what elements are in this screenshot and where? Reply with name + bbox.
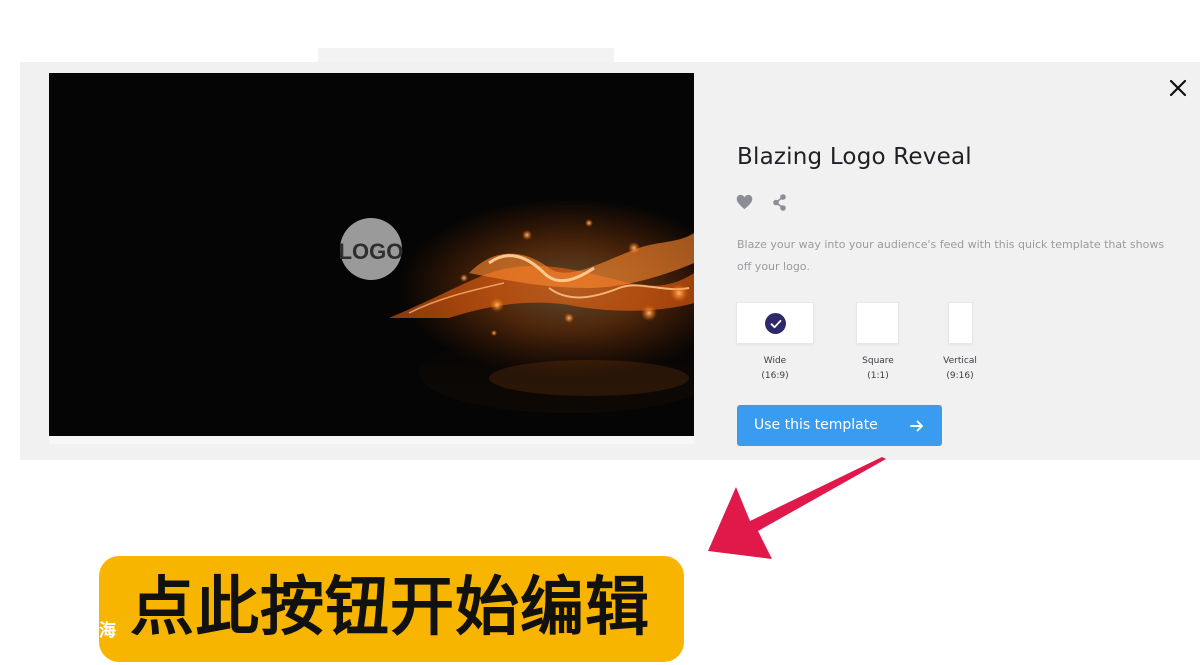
template-preview-video[interactable]: LOGO: [49, 73, 694, 436]
aspect-ratio-wide-option[interactable]: [736, 302, 814, 344]
ratio-name: Square: [862, 356, 894, 366]
background-strip: [318, 48, 614, 62]
ratio-name: Vertical: [943, 356, 977, 366]
pointer-arrow-icon: [701, 457, 886, 563]
template-description: Blaze your way into your audience's feed…: [737, 238, 1165, 273]
heart-icon: [736, 194, 753, 210]
close-icon: [1169, 79, 1187, 97]
ratio-value: (9:16): [946, 371, 974, 381]
close-button[interactable]: [1166, 76, 1190, 100]
check-icon: [770, 319, 781, 328]
aspect-ratio-square-option[interactable]: [856, 302, 899, 344]
ratio-value: (16:9): [761, 371, 789, 381]
aspect-ratio-square-label: Square (1:1): [838, 354, 918, 384]
aspect-ratio-vertical-option[interactable]: [948, 302, 973, 344]
logo-text: LOGO: [339, 239, 404, 264]
selected-check-badge: [765, 313, 786, 334]
share-button[interactable]: [772, 194, 787, 211]
aspect-ratio-vertical-label: Vertical (9:16): [920, 354, 1000, 384]
preview-shadow: [49, 436, 694, 444]
caption-text: 点此按钮开始编辑: [130, 571, 650, 645]
use-template-label: Use this template: [754, 417, 878, 433]
preview-frame: LOGO: [49, 73, 694, 436]
favorite-button[interactable]: [736, 194, 753, 210]
ratio-name: Wide: [763, 356, 787, 366]
aspect-ratio-wide-label: Wide (16:9): [735, 354, 815, 384]
ratio-value: (1:1): [867, 371, 889, 381]
arrow-right-icon: [910, 420, 923, 432]
watermark-text: 海: [99, 621, 116, 641]
use-this-template-button[interactable]: Use this template: [737, 405, 942, 446]
share-icon: [773, 194, 786, 211]
template-title: Blazing Logo Reveal: [737, 144, 972, 170]
